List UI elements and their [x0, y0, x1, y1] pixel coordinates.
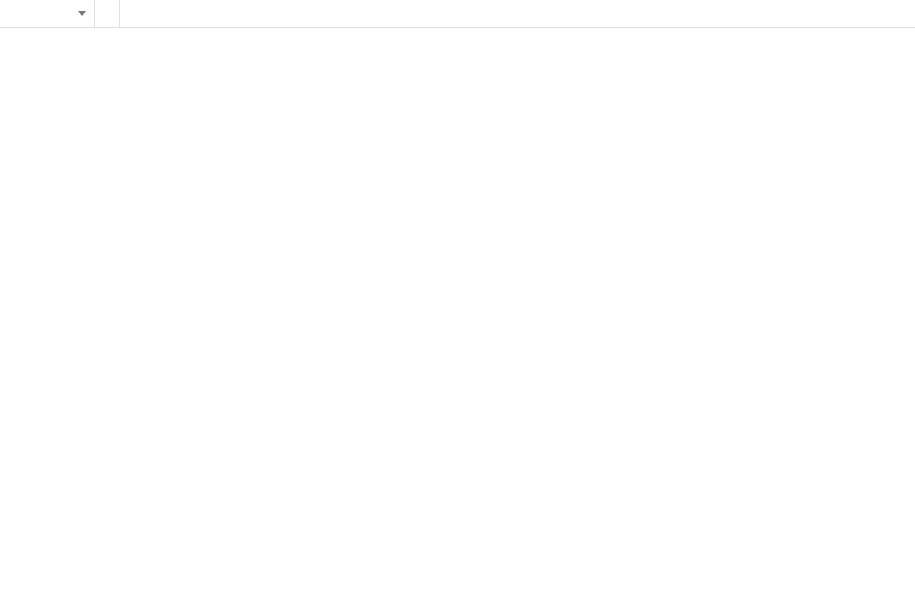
- name-box[interactable]: [0, 0, 95, 27]
- fx-icon: [95, 0, 120, 27]
- formula-input[interactable]: [120, 0, 915, 27]
- formula-bar: [0, 0, 915, 28]
- chevron-down-icon: [78, 11, 86, 16]
